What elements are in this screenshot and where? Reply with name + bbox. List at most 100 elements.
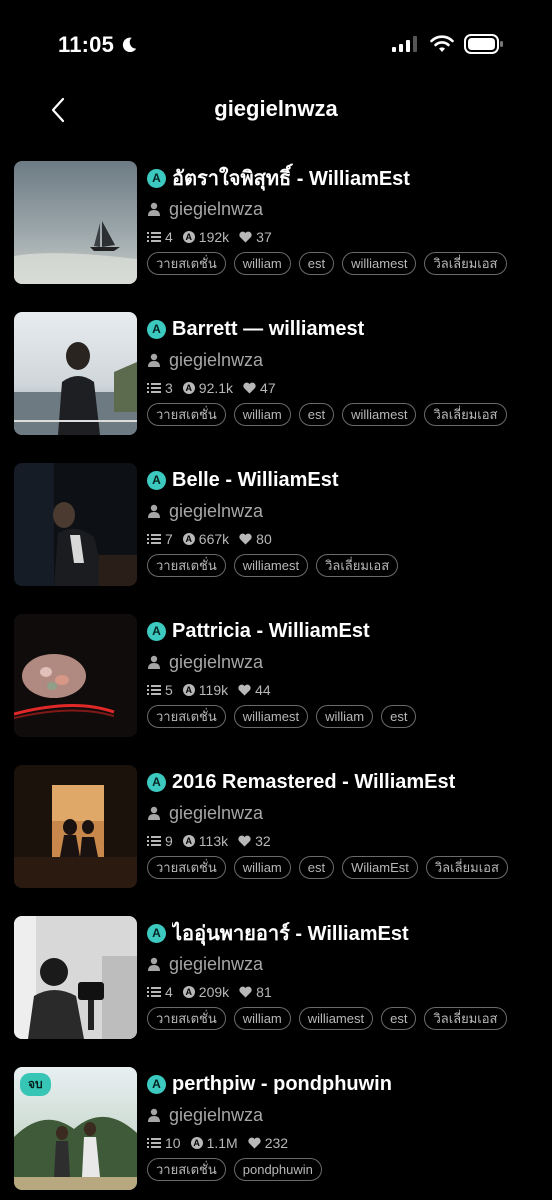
tag[interactable]: วิลเลี่ยมเอส — [424, 1007, 507, 1030]
story-author[interactable]: giegielnwza — [169, 350, 263, 371]
list-icon — [147, 534, 161, 544]
time-text: 11:05 — [58, 32, 115, 57]
reads-icon: A — [182, 231, 195, 243]
tag[interactable]: williamest — [342, 403, 417, 426]
user-icon — [148, 957, 160, 971]
story-item[interactable]: A อัตราใจพิสุทธิ์ - WilliamEst giegielnw… — [0, 157, 552, 308]
story-stats: 9 A 113k 32 — [147, 833, 542, 849]
story-item[interactable]: A ไออุ่นพายอาร์ - WilliamEst giegielnwza… — [0, 912, 552, 1063]
tag-list: วายสเตชั่น william est williamest วิลเลี… — [147, 403, 542, 426]
tag[interactable]: est — [381, 1007, 417, 1030]
story-author[interactable]: giegielnwza — [169, 803, 263, 824]
parts-count: 9 — [165, 833, 173, 849]
story-stats: 5 A 119k 44 — [147, 682, 542, 698]
user-icon — [148, 353, 160, 367]
story-author[interactable]: giegielnwza — [169, 954, 263, 975]
story-title: perthpiw - pondphuwin — [172, 1072, 392, 1095]
tag[interactable]: วิลเลี่ยมเอส — [316, 554, 399, 577]
story-stats: 4 A 192k 37 — [147, 229, 542, 245]
tag[interactable]: william — [233, 1007, 291, 1030]
reads-icon: A — [182, 533, 195, 545]
tag[interactable]: วายสเตชั่น — [147, 554, 226, 577]
tag[interactable]: วายสเตชั่น — [147, 856, 226, 879]
tag[interactable]: วิลเลี่ยมเอส — [424, 403, 507, 426]
tag[interactable]: williamest — [342, 252, 417, 275]
tag[interactable]: william — [316, 705, 374, 728]
story-type-badge: A — [147, 168, 166, 188]
tag[interactable]: williamest — [298, 1007, 374, 1030]
user-icon — [148, 806, 160, 820]
heart-icon — [248, 1137, 261, 1149]
reads-icon: A — [182, 684, 195, 696]
tag[interactable]: est — [298, 856, 335, 879]
parts-count: 4 — [165, 229, 173, 245]
tag[interactable]: williamest — [233, 705, 309, 728]
story-cover-image — [14, 614, 137, 737]
story-author[interactable]: giegielnwza — [169, 1105, 263, 1126]
tag[interactable]: william — [233, 252, 291, 275]
parts-count: 10 — [165, 1135, 181, 1151]
story-author[interactable]: giegielnwza — [169, 501, 263, 522]
tag[interactable]: pondphuwin — [233, 1158, 322, 1181]
tag-list: วายสเตชั่น pondphuwin — [147, 1158, 542, 1181]
tag-list: วายสเตชั่น williamest william est — [147, 705, 542, 728]
page-title: giegielnwza — [214, 96, 338, 121]
tag[interactable]: WiliamEst — [342, 856, 418, 879]
tag[interactable]: วายสเตชั่น — [147, 1007, 226, 1030]
story-cover-image — [14, 765, 137, 888]
tag[interactable]: est — [298, 403, 335, 426]
story-stats: 10 A 1.1M 232 — [147, 1135, 542, 1151]
heart-icon — [239, 533, 252, 545]
heart-icon — [243, 382, 256, 394]
story-item[interactable]: A 2016 Remastered - WilliamEst giegielnw… — [0, 761, 552, 912]
list-icon — [147, 1138, 161, 1148]
tag[interactable]: williamest — [233, 554, 309, 577]
tag[interactable]: วายสเตชั่น — [147, 403, 226, 426]
tag-list: วายสเตชั่น william est williamest วิลเลี… — [147, 252, 542, 275]
story-item[interactable]: A Belle - WilliamEst giegielnwza 7 A 667k… — [0, 459, 552, 610]
story-type-badge: A — [147, 319, 166, 339]
status-bar: 11:05 — [0, 0, 552, 88]
story-item[interactable]: A Barrett — williamest giegielnwza 3 A 92… — [0, 308, 552, 459]
story-type-badge: A — [147, 1074, 166, 1094]
tag[interactable]: วายสเตชั่น — [147, 1158, 226, 1181]
likes-count: 47 — [260, 380, 276, 396]
story-stats: 7 A 667k 80 — [147, 531, 542, 547]
story-list: A อัตราใจพิสุทธิ์ - WilliamEst giegielnw… — [0, 157, 552, 1200]
tag[interactable]: william — [233, 856, 291, 879]
list-icon — [147, 987, 161, 997]
likes-count: 32 — [255, 833, 271, 849]
tag[interactable]: william — [233, 403, 291, 426]
heart-icon — [239, 231, 252, 243]
story-author[interactable]: giegielnwza — [169, 652, 263, 673]
story-title: 2016 Remastered - WilliamEst — [172, 770, 456, 793]
story-title: ไออุ่นพายอาร์ - WilliamEst — [172, 923, 409, 945]
story-item[interactable]: A Pattricia - WilliamEst giegielnwza 5 A… — [0, 610, 552, 761]
reads-count: 92.1k — [198, 380, 234, 396]
tag[interactable]: วิลเลี่ยมเอส — [425, 856, 508, 879]
completed-badge: จบ — [20, 1073, 51, 1096]
story-cover-image: จบ — [14, 1067, 137, 1190]
tag[interactable]: วายสเตชั่น — [147, 252, 226, 275]
likes-count: 80 — [256, 531, 272, 547]
tag[interactable]: est — [381, 705, 417, 728]
reads-count: 1.1M — [206, 1135, 238, 1151]
story-author[interactable]: giegielnwza — [169, 199, 263, 220]
tag[interactable]: วิลเลี่ยมเอส — [424, 252, 507, 275]
likes-count: 44 — [255, 682, 271, 698]
list-icon — [147, 685, 161, 695]
heart-icon — [238, 684, 251, 696]
reads-icon: A — [182, 382, 195, 394]
signal-icon — [392, 36, 417, 52]
story-item[interactable]: จบ A perthpiw - pondphuwin giegielnwza 1… — [0, 1063, 552, 1200]
parts-count: 3 — [165, 380, 173, 396]
reads-count: 113k — [198, 833, 229, 849]
story-stats: 4 A 209k 81 — [147, 984, 542, 1000]
status-time: 11:05 — [58, 32, 138, 58]
story-cover-image — [14, 916, 137, 1039]
reads-icon: A — [190, 1137, 203, 1149]
tag[interactable]: วายสเตชั่น — [147, 705, 226, 728]
tag[interactable]: est — [298, 252, 335, 275]
moon-icon — [122, 37, 137, 53]
navigation-bar: giegielnwza — [0, 88, 552, 132]
